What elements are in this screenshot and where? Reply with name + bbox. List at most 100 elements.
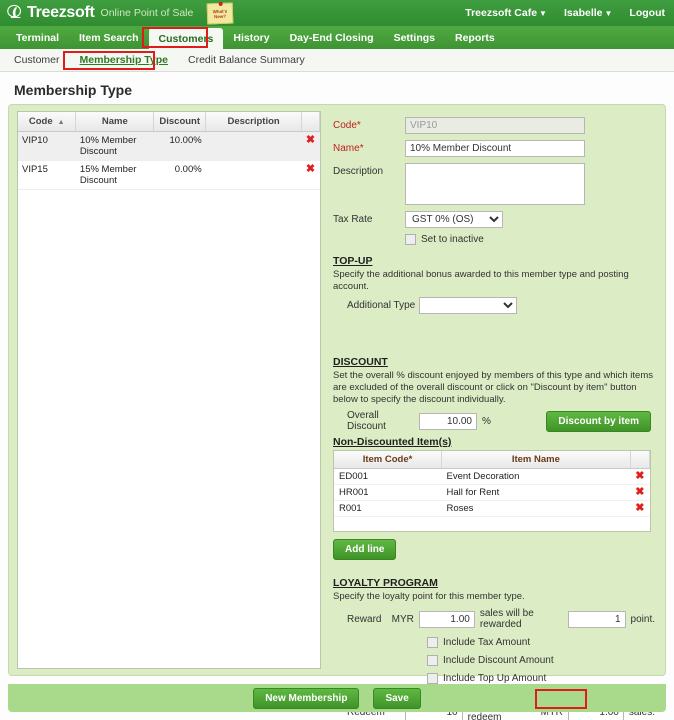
field-reward: Reward MYR sales will be rewarded point. (333, 608, 655, 630)
company-menu[interactable]: Treezsoft Cafe ▼ (465, 7, 547, 19)
cell-code: VIP15 (18, 160, 76, 190)
nav-item-reports[interactable]: Reports (445, 26, 505, 49)
section-title-topup: TOP-UP (333, 255, 373, 267)
field-overall-discount: Overall Discount % Discount by item (333, 410, 655, 432)
column-header-item-name: Item Name (441, 451, 631, 469)
cell-item-actions: ✖ (630, 500, 650, 517)
logo[interactable]: Treezsoft Online Point of Sale (0, 4, 193, 23)
label-include-tax: Include Tax Amount (443, 637, 531, 648)
table-row[interactable]: HR001 Hall for Rent ✖ (334, 484, 650, 501)
subnav-item-credit-balance-summary[interactable]: Credit Balance Summary (188, 54, 305, 66)
label-additional-type: Additional Type (347, 300, 416, 311)
label-include-topup: Include Top Up Amount (443, 673, 547, 684)
column-header-item-code: Item Code* (334, 451, 442, 469)
discount-by-item-button[interactable]: Discount by item (546, 410, 651, 432)
column-header-description[interactable]: Description (205, 112, 302, 132)
whats-new-badge[interactable]: What's New? (207, 2, 234, 24)
tax-rate-select[interactable]: GST 0% (OS) (405, 211, 503, 228)
nav-item-settings[interactable]: Settings (384, 26, 445, 49)
column-header-discount[interactable]: Discount (153, 112, 207, 132)
label-overall-discount: Overall Discount (347, 410, 386, 432)
cell-description (205, 160, 302, 190)
nav-item-day-end-closing[interactable]: Day-End Closing (280, 26, 384, 49)
nav-item-terminal[interactable]: Terminal (6, 26, 69, 49)
field-set-inactive[interactable]: Set to inactive (405, 234, 655, 245)
column-header-actions (301, 112, 321, 132)
account-menu[interactable]: Isabelle ▼ (564, 7, 612, 19)
subnav-item-customer[interactable]: Customer (14, 54, 60, 66)
table-row[interactable]: ED001 Event Decoration ✖ (334, 468, 650, 485)
cell-description (205, 131, 302, 161)
chevron-down-icon: ▼ (604, 9, 613, 18)
section-title-non-discounted: Non-Discounted Item(s) (333, 436, 452, 448)
field-include-topup[interactable]: Include Top Up Amount (427, 673, 655, 684)
section-title-discount: DISCOUNT (333, 356, 388, 368)
form-footer: New Membership Save (8, 684, 666, 712)
cell-item-code: HR001 (334, 484, 442, 501)
subnav-item-membership-type[interactable]: Membership Type (80, 54, 169, 66)
delete-item-icon[interactable]: ✖ (635, 486, 644, 498)
delete-item-icon[interactable]: ✖ (635, 502, 644, 514)
label-name: Name* (333, 143, 364, 154)
chevron-down-icon: ▼ (539, 9, 547, 18)
table-row[interactable]: R001 Roses ✖ (334, 500, 650, 517)
cell-item-actions: ✖ (630, 484, 650, 501)
cell-code: VIP10 (18, 131, 76, 161)
code-input[interactable] (405, 117, 585, 134)
non-discounted-items-table: Item Code* Item Name ED001 Event Decorat… (334, 451, 650, 517)
label-set-inactive: Set to inactive (421, 234, 484, 245)
save-button[interactable]: Save (373, 687, 421, 709)
label-tax-rate: Tax Rate (333, 214, 373, 225)
field-code: Code* (333, 117, 655, 134)
field-tax-rate: Tax Rate GST 0% (OS) (333, 211, 655, 228)
add-line-button[interactable]: Add line (333, 539, 397, 560)
new-membership-button[interactable]: New Membership (253, 687, 360, 709)
nav-item-customers[interactable]: Customers (148, 28, 224, 49)
column-header-code[interactable]: Code ▲ (18, 112, 77, 132)
table-row[interactable]: VIP10 10% Member Discount 10.00% ✖ (18, 131, 320, 161)
add-line-wrap: Add line (333, 539, 655, 560)
include-tax-checkbox[interactable] (427, 637, 438, 648)
table-row[interactable]: VIP15 15% Member Discount 0.00% ✖ (18, 160, 320, 190)
delete-row-icon[interactable]: ✖ (306, 134, 315, 146)
description-textarea[interactable] (405, 163, 585, 205)
non-discounted-items-grid: Item Code* Item Name ED001 Event Decorat… (333, 450, 651, 532)
nav-item-item-search[interactable]: Item Search (69, 26, 149, 49)
reward-mid-text: sales will be rewarded (479, 608, 534, 630)
delete-item-icon[interactable]: ✖ (635, 470, 644, 482)
overall-discount-input[interactable] (419, 412, 477, 430)
field-additional-type: Additional Type (333, 297, 655, 314)
membership-type-table: Code ▲ Name Discount Description VIP10 10… (18, 112, 321, 190)
delete-row-icon[interactable]: ✖ (306, 163, 315, 175)
account-label: Isabelle (563, 7, 603, 19)
cell-name: 10% Member Discount (75, 131, 154, 161)
brand-tagline: Online Point of Sale (100, 7, 194, 19)
sort-asc-icon: ▲ (57, 119, 65, 126)
cell-actions: ✖ (301, 160, 320, 190)
membership-type-form: Code* Name* Description Tax Rate GST 0% … (327, 111, 659, 720)
field-include-discount[interactable]: Include Discount Amount (427, 655, 655, 666)
reward-currency: MYR (391, 613, 414, 625)
tree-icon (7, 4, 22, 18)
label-code: Code* (333, 120, 361, 131)
set-inactive-checkbox[interactable] (405, 234, 416, 245)
label-reward: Reward (347, 613, 382, 625)
section-description-loyalty: Specify the loyalty point for this membe… (333, 591, 525, 602)
reward-amount-input[interactable] (418, 610, 475, 628)
column-header-name[interactable]: Name (75, 112, 155, 132)
reward-points-input[interactable] (567, 610, 626, 628)
include-topup-checkbox[interactable] (427, 673, 438, 684)
discount-by-item-wrap: Discount by item (546, 410, 655, 432)
additional-type-select[interactable] (419, 297, 517, 314)
main-navigation: Terminal Item Search Customers History D… (0, 26, 674, 49)
cell-actions: ✖ (301, 131, 320, 161)
include-discount-checkbox[interactable] (427, 655, 438, 666)
brand-name: Treezsoft (27, 4, 95, 21)
nav-item-history[interactable]: History (223, 26, 279, 49)
name-input[interactable] (405, 140, 585, 157)
logout-link[interactable]: Logout (629, 7, 665, 19)
cell-discount: 10.00% (153, 131, 206, 161)
field-include-tax[interactable]: Include Tax Amount (427, 637, 655, 648)
section-title-loyalty: LOYALTY PROGRAM (333, 577, 438, 589)
whats-new-label: What's New? (212, 7, 228, 19)
